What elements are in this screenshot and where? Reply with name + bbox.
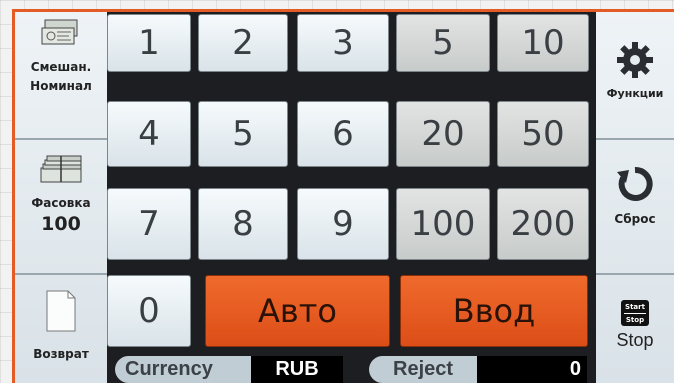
denomination-key-100[interactable]: 100 [396,188,490,260]
functions-label: Функции [606,87,664,100]
denomination-key-20[interactable]: 20 [396,101,490,167]
return-label: Возврат [33,347,89,361]
start-stop-badge-icon: Start Stop [621,300,649,326]
batch-button[interactable]: Фасовка 100 [15,140,107,275]
mixed-denomination-button[interactable]: Смешан. Номинал [15,12,107,140]
batch-label: Фасовка [31,196,91,210]
key-2[interactable]: 2 [198,14,288,72]
reset-label: Сброс [614,212,656,226]
auto-button[interactable]: Авто [205,275,390,347]
key-6[interactable]: 6 [297,101,389,167]
page-icon [46,290,76,332]
badge-stop-text: Stop [625,316,645,324]
return-button[interactable]: Возврат [15,275,107,383]
enter-button[interactable]: Ввод [400,275,588,347]
functions-button[interactable]: Функции [596,12,674,140]
badge-start-text: Start [624,301,646,314]
key-0[interactable]: 0 [107,275,191,347]
denomination-key-5[interactable]: 5 [396,14,490,72]
key-5[interactable]: 5 [198,101,288,167]
gear-icon [617,42,653,78]
reject-value: 0 [477,356,587,383]
mixed-label-line2: Номинал [30,79,92,93]
key-3[interactable]: 3 [297,14,389,72]
batch-value: 100 [41,213,81,235]
key-7[interactable]: 7 [107,188,191,260]
left-panel: Смешан. Номинал Фасовка 100 Возврат [15,12,107,383]
denomination-key-10[interactable]: 10 [497,14,589,72]
banknotes-icon [41,19,78,45]
right-panel: Функции Сброс Start Stop Stop [596,12,674,383]
reject-label: Reject [369,356,477,383]
currency-label: Currency [115,356,251,383]
currency-value: RUB [251,356,343,383]
reset-button[interactable]: Сброс [596,140,674,275]
reset-arrow-icon [617,166,653,201]
status-bar: Currency RUB Reject 0 [107,354,596,383]
start-stop-label: Stop [616,330,654,350]
key-9[interactable]: 9 [297,188,389,260]
banknote-stack-icon [40,155,82,183]
key-8[interactable]: 8 [198,188,288,260]
start-stop-button[interactable]: Start Stop Stop [596,275,674,383]
denomination-key-200[interactable]: 200 [497,188,589,260]
mixed-label-line1: Смешан. [30,60,92,74]
key-4[interactable]: 4 [107,101,191,167]
denomination-key-50[interactable]: 50 [497,101,589,167]
key-1[interactable]: 1 [107,14,191,72]
